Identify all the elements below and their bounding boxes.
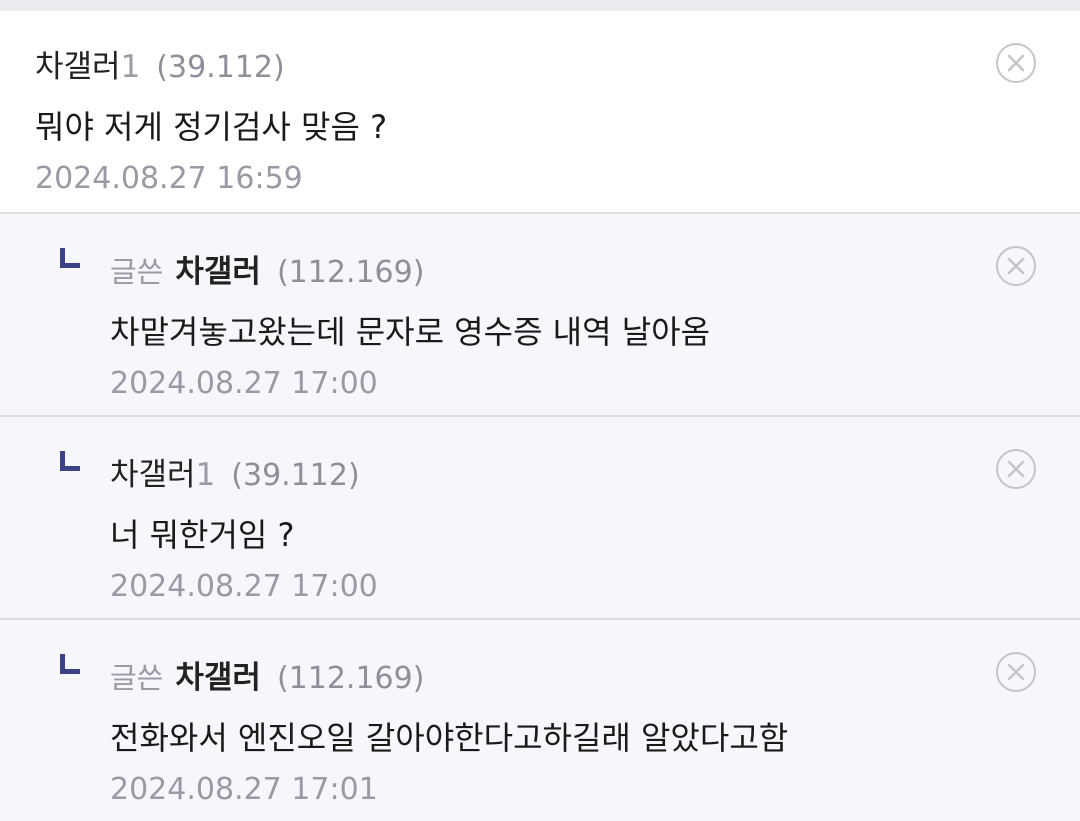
reply-item: 글쓴 차갤러 (112.169) 차맡겨놓고왔는데 문자로 영수증 내역 날아옴… <box>0 214 1080 417</box>
comment-header: 글쓴 차갤러 (112.169) <box>110 660 1080 696</box>
nickname-suffix: 1 <box>120 49 141 85</box>
nickname-suffix: 1 <box>195 457 216 493</box>
comment-header: 글쓴 차갤러 (112.169) <box>110 254 1080 290</box>
comment-item: 차갤러 1 (39.112) 뭐야 저게 정기검사 맞음 ? 2024.08.27… <box>0 11 1080 214</box>
ip-address: (39.112) <box>231 458 360 493</box>
nickname[interactable]: 차갤러 <box>35 49 121 85</box>
reply-arrow-icon <box>60 654 80 674</box>
comment-date: 2024.08.27 16:59 <box>35 161 303 196</box>
close-icon <box>1007 257 1025 275</box>
comment-body: 차맡겨놓고왔는데 문자로 영수증 내역 날아옴 <box>110 313 711 351</box>
nickname[interactable]: 차갤러 <box>110 457 196 493</box>
delete-button[interactable] <box>996 652 1036 692</box>
delete-button[interactable] <box>996 43 1036 83</box>
author-badge: 글쓴 <box>110 661 164 695</box>
reply-arrow-icon <box>60 451 80 471</box>
comment-body: 전화와서 엔진오일 갈아야한다고하길래 알았다고함 <box>110 719 789 757</box>
close-icon <box>1007 460 1025 478</box>
ip-address: (112.169) <box>276 255 425 290</box>
comment-date: 2024.08.27 17:01 <box>110 772 378 807</box>
reply-item: 차갤러 1 (39.112) 너 뭐한거임 ? 2024.08.27 17:00 <box>0 417 1080 620</box>
comment-body: 뭐야 저게 정기검사 맞음 ? <box>35 108 388 146</box>
delete-button[interactable] <box>996 449 1036 489</box>
nickname[interactable]: 차갤러 <box>175 254 261 290</box>
comment-header: 차갤러 1 (39.112) <box>110 457 1080 493</box>
ip-address: (112.169) <box>276 661 425 696</box>
top-divider <box>0 0 1080 11</box>
nickname[interactable]: 차갤러 <box>175 660 261 696</box>
comment-header: 차갤러 1 (39.112) <box>35 49 1080 85</box>
close-icon <box>1007 663 1025 681</box>
reply-item: 글쓴 차갤러 (112.169) 전화와서 엔진오일 갈아야한다고하길래 알았다… <box>0 620 1080 821</box>
author-badge: 글쓴 <box>110 255 164 289</box>
reply-arrow-icon <box>60 248 80 268</box>
comment-date: 2024.08.27 17:00 <box>110 366 378 401</box>
ip-address: (39.112) <box>156 50 285 85</box>
close-icon <box>1007 54 1025 72</box>
comment-body: 너 뭐한거임 ? <box>110 516 295 554</box>
comment-date: 2024.08.27 17:00 <box>110 569 378 604</box>
delete-button[interactable] <box>996 246 1036 286</box>
